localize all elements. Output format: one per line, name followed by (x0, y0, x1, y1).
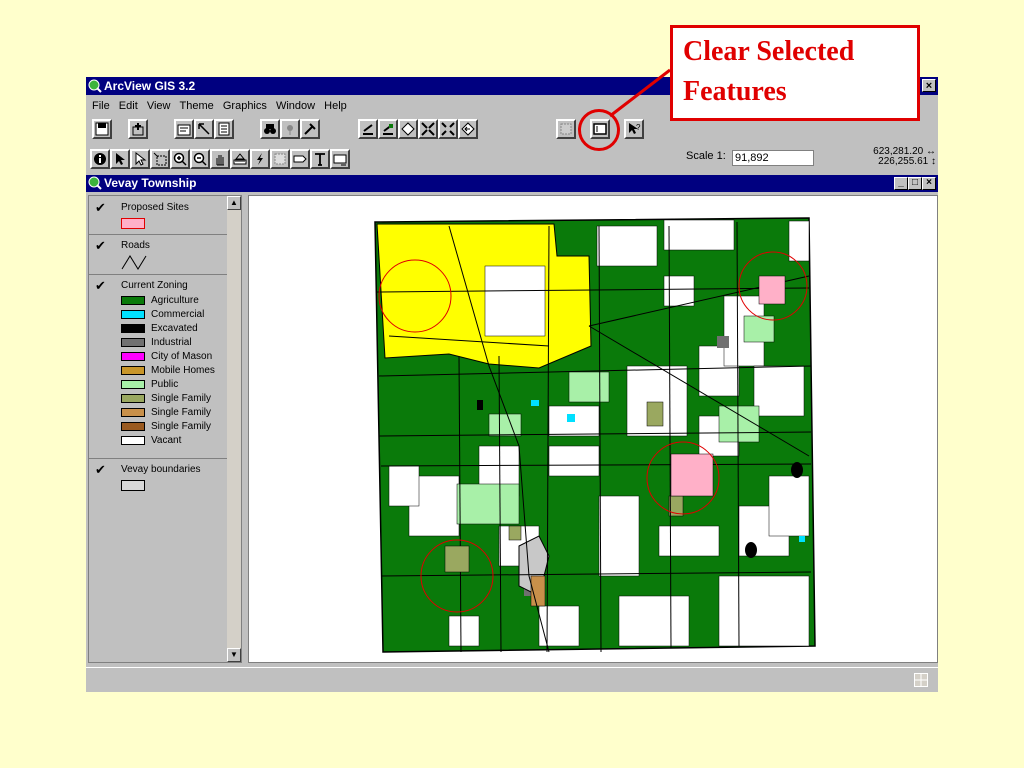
callout-line1: Clear Selected (683, 36, 855, 67)
highlight-circle (578, 109, 620, 151)
clear-selected-callout: Clear Selected Features (670, 25, 920, 121)
callout-line2: Features (683, 76, 787, 107)
